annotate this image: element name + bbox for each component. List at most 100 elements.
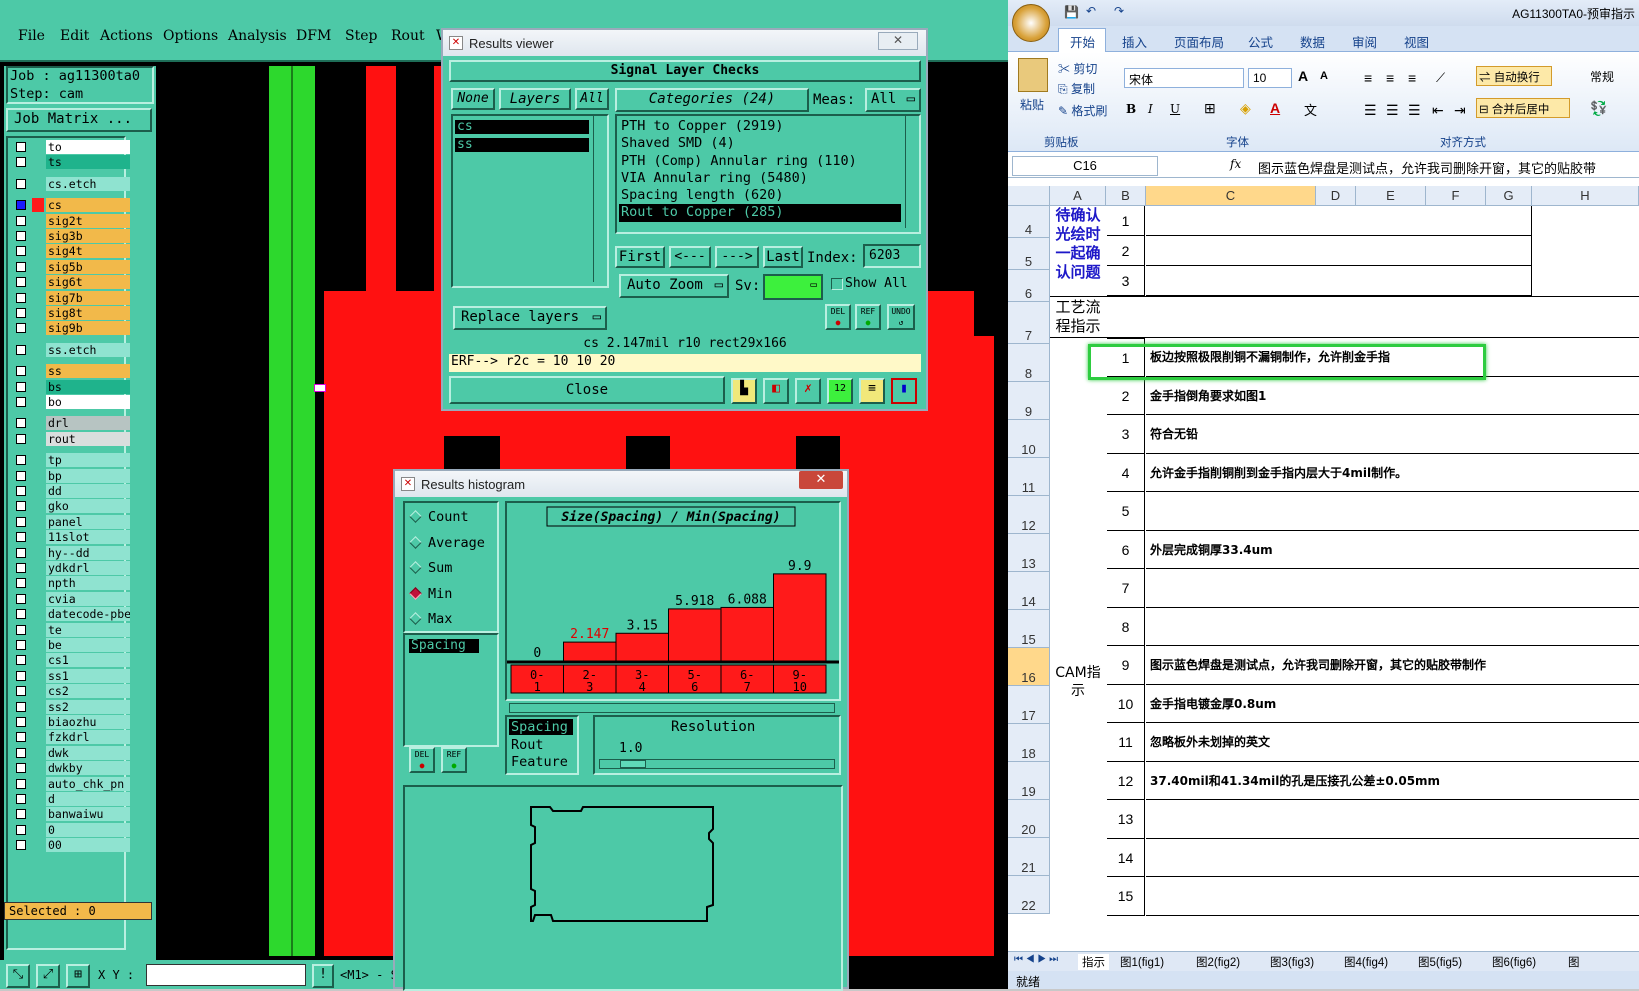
row-header-20[interactable]: 20 bbox=[1008, 800, 1050, 838]
layer-row-hy--dd[interactable]: hy--dd bbox=[14, 545, 130, 560]
layer-row-sig3b[interactable]: sig3b bbox=[14, 229, 130, 243]
layer-row-te[interactable]: te bbox=[14, 622, 130, 637]
layer-checkbox[interactable] bbox=[16, 323, 26, 334]
italic-button[interactable]: I bbox=[1148, 102, 1153, 116]
border-icon[interactable]: ⊞ bbox=[1204, 100, 1216, 117]
sheet-tab[interactable]: 指示 bbox=[1078, 954, 1109, 970]
categories-button[interactable]: Categories (24) bbox=[615, 88, 809, 112]
auto-zoom-dropdown[interactable]: Auto Zoom ▭ bbox=[619, 274, 729, 298]
copy-button[interactable]: ⎘ 复制 bbox=[1058, 80, 1095, 97]
cam-instruction-text[interactable] bbox=[1146, 492, 1639, 531]
layer-row-cs2[interactable]: cs2 bbox=[14, 684, 130, 699]
layer-name[interactable]: sig7b bbox=[46, 290, 130, 305]
layer-row-cs[interactable]: cs bbox=[14, 198, 130, 213]
cam-item-number[interactable]: 11 bbox=[1107, 723, 1145, 762]
layer-checkbox[interactable] bbox=[16, 609, 26, 620]
layer-row-to[interactable]: to bbox=[14, 140, 130, 154]
hist-del-button[interactable]: DEL ● bbox=[409, 747, 435, 773]
layer-name[interactable]: to bbox=[46, 140, 130, 154]
layer-checkbox[interactable] bbox=[16, 686, 26, 697]
hist-ref-button[interactable]: REF ● bbox=[441, 747, 467, 773]
layer-name[interactable]: cs2 bbox=[46, 684, 130, 699]
layer-results-list[interactable]: cs ss bbox=[451, 114, 609, 288]
stat-option-count[interactable]: Count bbox=[409, 509, 469, 527]
item-number-cell[interactable]: 1 bbox=[1107, 206, 1145, 236]
font-name-select[interactable]: 宋体 bbox=[1124, 68, 1244, 88]
layer-checkbox[interactable] bbox=[16, 732, 26, 743]
layer-checkbox[interactable] bbox=[16, 231, 26, 241]
category-item[interactable]: Spacing length (620) bbox=[619, 187, 901, 204]
cam-item-number[interactable]: 6 bbox=[1107, 530, 1145, 569]
row-header-19[interactable]: 19 bbox=[1008, 762, 1050, 800]
cam-item-number[interactable]: 4 bbox=[1107, 453, 1145, 492]
sheet-tab[interactable]: 图 bbox=[1568, 954, 1580, 970]
menu-dfm[interactable]: DFM bbox=[296, 28, 331, 44]
chart-icon[interactable]: ▮ bbox=[891, 378, 917, 404]
del-button[interactable]: DEL ● bbox=[825, 304, 851, 330]
layer-checkbox[interactable] bbox=[16, 308, 26, 318]
merge-center-button[interactable]: ⊟ 合并后居中 bbox=[1476, 98, 1570, 118]
chart-scrollbar[interactable] bbox=[509, 703, 835, 713]
category-list[interactable]: PTH to Copper (2919) Shaved SMD (4) PTH (C… bbox=[615, 114, 921, 234]
layer-row-sig8t[interactable]: sig8t bbox=[14, 306, 130, 320]
tab-insert[interactable]: 插入 bbox=[1122, 32, 1147, 51]
ref-button[interactable]: REF ● bbox=[855, 304, 881, 330]
cam-item-number[interactable]: 14 bbox=[1107, 838, 1145, 877]
resolution-field-item[interactable]: Feature bbox=[509, 754, 573, 770]
layer-row-bo[interactable]: bo bbox=[14, 395, 130, 409]
tab-page-layout[interactable]: 页面布局 bbox=[1174, 32, 1224, 51]
col-d[interactable]: D bbox=[1316, 186, 1356, 206]
layer-row-be[interactable]: be bbox=[14, 638, 130, 652]
cam-instruction-text[interactable]: 37.40mil和41.34mil的孔是压接孔公差±0.05mm bbox=[1146, 762, 1639, 800]
row-header-17[interactable]: 17 bbox=[1008, 686, 1050, 724]
cam-item-number[interactable]: 10 bbox=[1107, 684, 1145, 723]
layer-name[interactable]: 00 bbox=[46, 838, 130, 853]
row-header-11[interactable]: 11 bbox=[1008, 458, 1050, 496]
zoom-tool-icon[interactable]: ⤡ bbox=[6, 964, 30, 988]
xy-input[interactable] bbox=[146, 964, 306, 986]
paste-icon[interactable] bbox=[1018, 58, 1048, 92]
sheet-tab[interactable]: 图2(fig2) bbox=[1196, 954, 1240, 970]
category-item[interactable]: VIA Annular ring (5480) bbox=[619, 170, 901, 187]
worksheet-grid[interactable]: 4 5 6 7 8 9 10 11 12 13 14 15 16 17 18 19 20 21 22 待确认光绘时一… bbox=[1008, 206, 1639, 951]
layer-checkbox[interactable] bbox=[16, 547, 26, 558]
category-item[interactable]: PTH to Copper (2919) bbox=[619, 118, 901, 135]
sheet-tab[interactable]: 图6(fig6) bbox=[1492, 954, 1536, 970]
cam-instruction-text[interactable] bbox=[1146, 608, 1639, 646]
layer-checkbox[interactable] bbox=[16, 486, 26, 496]
undo-button[interactable]: UNDO ↺ bbox=[887, 304, 915, 330]
layer-name[interactable]: npth bbox=[46, 576, 130, 591]
cam-item-number[interactable]: 2 bbox=[1107, 376, 1145, 415]
layer-name[interactable]: datecode-pbe bbox=[46, 607, 130, 622]
layer-row-ss2[interactable]: ss2 bbox=[14, 699, 130, 714]
cam-instruction-text[interactable] bbox=[1146, 839, 1639, 877]
layer-row-ts[interactable]: ts bbox=[14, 155, 130, 170]
pending-item-cell[interactable] bbox=[1146, 266, 1532, 296]
bold-button[interactable]: B bbox=[1126, 102, 1136, 116]
layer-checkbox[interactable] bbox=[16, 261, 26, 272]
col-e[interactable]: E bbox=[1356, 186, 1426, 206]
menu-actions[interactable]: Actions bbox=[100, 28, 153, 44]
process-flow-cell[interactable]: 工艺流程指示 bbox=[1050, 298, 1106, 338]
layer-checkbox[interactable] bbox=[16, 516, 26, 527]
wrap-text-button[interactable]: ⇌ 自动换行 bbox=[1476, 66, 1552, 86]
tab-formulas[interactable]: 公式 bbox=[1248, 32, 1273, 51]
menu-analysis[interactable]: Analysis bbox=[228, 28, 287, 44]
layer-row-cvia[interactable]: cvia bbox=[14, 591, 130, 606]
layer-name[interactable]: ydkdrl bbox=[46, 561, 130, 575]
tab-view[interactable]: 视图 bbox=[1404, 32, 1429, 51]
histogram-list-item[interactable]: Spacing bbox=[409, 639, 479, 653]
save-icon[interactable]: 💾 bbox=[1064, 5, 1079, 19]
col-g[interactable]: G bbox=[1486, 186, 1532, 206]
row-header-7[interactable]: 7 bbox=[1008, 302, 1050, 344]
layer-name[interactable]: biaozhu bbox=[46, 715, 130, 729]
fill-color-icon[interactable]: ◈ bbox=[1240, 100, 1251, 117]
layer-name[interactable]: tp bbox=[46, 453, 130, 468]
redo-icon[interactable]: ↷ bbox=[1114, 4, 1124, 18]
layer-name[interactable]: dwk bbox=[46, 745, 130, 760]
indent-icon[interactable]: ⇤ bbox=[1432, 102, 1444, 119]
resolution-slider[interactable] bbox=[599, 759, 835, 769]
row-header-15[interactable]: 15 bbox=[1008, 610, 1050, 648]
row-header-10[interactable]: 10 bbox=[1008, 420, 1050, 458]
cam-instruction-text[interactable]: 金手指电镀金厚0.8um bbox=[1146, 685, 1639, 723]
